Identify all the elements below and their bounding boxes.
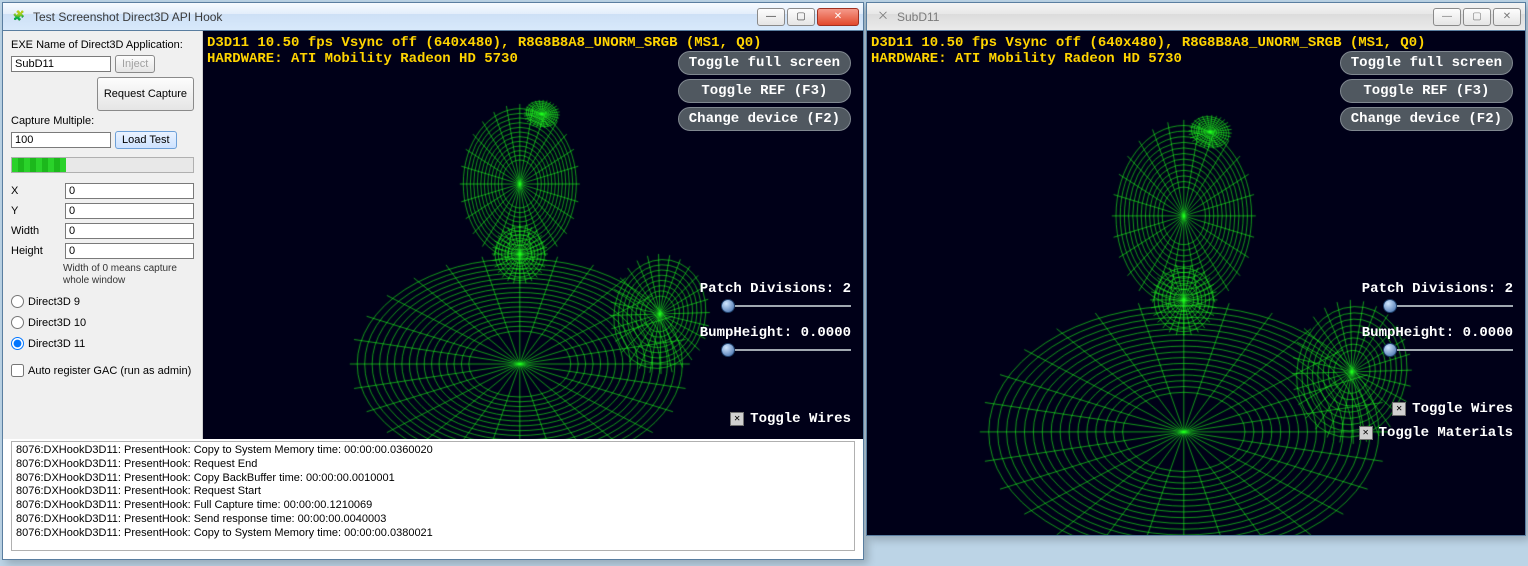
height-label: Height: [11, 245, 61, 257]
change-device-button[interactable]: Change device (F2): [678, 107, 851, 131]
width-label: Width: [11, 225, 61, 237]
window-title: Test Screenshot Direct3D API Hook: [33, 10, 757, 24]
maximize-button[interactable]: ▢: [787, 8, 815, 26]
app-icon: 🧩: [11, 9, 27, 25]
embedded-viewport: D3D11 10.50 fps Vsync off (640x480), R8G…: [203, 31, 863, 439]
d3d11-radio[interactable]: [11, 337, 24, 350]
hook-tool-window: 🧩 Test Screenshot Direct3D API Hook — ▢ …: [2, 2, 864, 560]
subd11-toggle-wires-label: Toggle Wires: [1412, 401, 1513, 417]
width-note: Width of 0 means capture whole window: [11, 263, 194, 287]
subd11-patch-divisions-slider[interactable]: [1383, 299, 1513, 313]
d3d-stats-line2: HARDWARE: ATI Mobility Radeon HD 5730: [207, 51, 518, 69]
subd11-window: ⨉ SubD11 — ▢ ✕ D3D11 10.50 fps Vsync off…: [866, 2, 1526, 536]
subd11-bump-height-slider[interactable]: [1383, 343, 1513, 357]
close-button[interactable]: ✕: [817, 8, 859, 26]
x-input[interactable]: [65, 183, 194, 199]
log-output[interactable]: 8076:DXHookD3D11: PresentHook: Copy to S…: [11, 441, 855, 551]
request-capture-button[interactable]: Request Capture: [97, 77, 194, 111]
height-input[interactable]: [65, 243, 194, 259]
subd11-app-icon: ⨉: [875, 9, 891, 25]
bump-height-slider[interactable]: [721, 343, 851, 357]
toggle-fullscreen-button[interactable]: Toggle full screen: [678, 51, 851, 75]
d3d11-label: Direct3D 11: [28, 338, 85, 350]
inject-button[interactable]: Inject: [115, 55, 155, 73]
patch-divisions-label: Patch Divisions: 2: [700, 281, 851, 297]
exe-name-label: EXE Name of Direct3D Application:: [11, 39, 194, 51]
d3d9-radio[interactable]: [11, 295, 24, 308]
subd11-toggle-wires-checkbox[interactable]: ✕: [1392, 402, 1406, 416]
d3d10-radio[interactable]: [11, 316, 24, 329]
width-input[interactable]: [65, 223, 194, 239]
progress-bar: [11, 157, 194, 173]
subd11-titlebar[interactable]: ⨉ SubD11 — ▢ ✕: [867, 3, 1525, 31]
subd11-patch-divisions-label: Patch Divisions: 2: [1362, 281, 1513, 297]
subd11-toggle-materials-label: Toggle Materials: [1379, 425, 1513, 441]
auto-register-checkbox[interactable]: [11, 364, 24, 377]
subd11-toggle-materials-checkbox[interactable]: ✕: [1359, 426, 1373, 440]
subd11-toggle-ref-button[interactable]: Toggle REF (F3): [1340, 79, 1513, 103]
d3d10-label: Direct3D 10: [28, 317, 86, 329]
hook-tool-titlebar[interactable]: 🧩 Test Screenshot Direct3D API Hook — ▢ …: [3, 3, 863, 31]
x-label: X: [11, 185, 61, 197]
exe-name-input[interactable]: [11, 56, 111, 72]
subd11-close-button[interactable]: ✕: [1493, 8, 1521, 26]
bump-height-label: BumpHeight: 0.0000: [700, 325, 851, 341]
capture-multiple-input[interactable]: [11, 132, 111, 148]
subd11-toggle-fullscreen-button[interactable]: Toggle full screen: [1340, 51, 1513, 75]
y-label: Y: [11, 205, 61, 217]
minimize-button[interactable]: —: [757, 8, 785, 26]
auto-register-label: Auto register GAC (run as admin): [28, 365, 191, 377]
subd11-change-device-button[interactable]: Change device (F2): [1340, 107, 1513, 131]
capture-multiple-label: Capture Multiple:: [11, 115, 194, 127]
subd11-minimize-button[interactable]: —: [1433, 8, 1461, 26]
toggle-wires-checkbox[interactable]: ✕: [730, 412, 744, 426]
subd11-viewport: D3D11 10.50 fps Vsync off (640x480), R8G…: [867, 31, 1525, 535]
load-test-button[interactable]: Load Test: [115, 131, 177, 149]
subd11-stats-line2: HARDWARE: ATI Mobility Radeon HD 5730: [871, 51, 1182, 69]
subd11-stats-line1: D3D11 10.50 fps Vsync off (640x480), R8G…: [871, 35, 1426, 53]
subd11-maximize-button[interactable]: ▢: [1463, 8, 1491, 26]
subd11-bump-height-label: BumpHeight: 0.0000: [1362, 325, 1513, 341]
toggle-ref-button[interactable]: Toggle REF (F3): [678, 79, 851, 103]
d3d9-label: Direct3D 9: [28, 296, 80, 308]
sidebar-panel: EXE Name of Direct3D Application: Inject…: [3, 31, 203, 439]
toggle-wires-label: Toggle Wires: [750, 411, 851, 427]
d3d-stats-line1: D3D11 10.50 fps Vsync off (640x480), R8G…: [207, 35, 762, 53]
subd11-title: SubD11: [897, 10, 1433, 24]
patch-divisions-slider[interactable]: [721, 299, 851, 313]
y-input[interactable]: [65, 203, 194, 219]
